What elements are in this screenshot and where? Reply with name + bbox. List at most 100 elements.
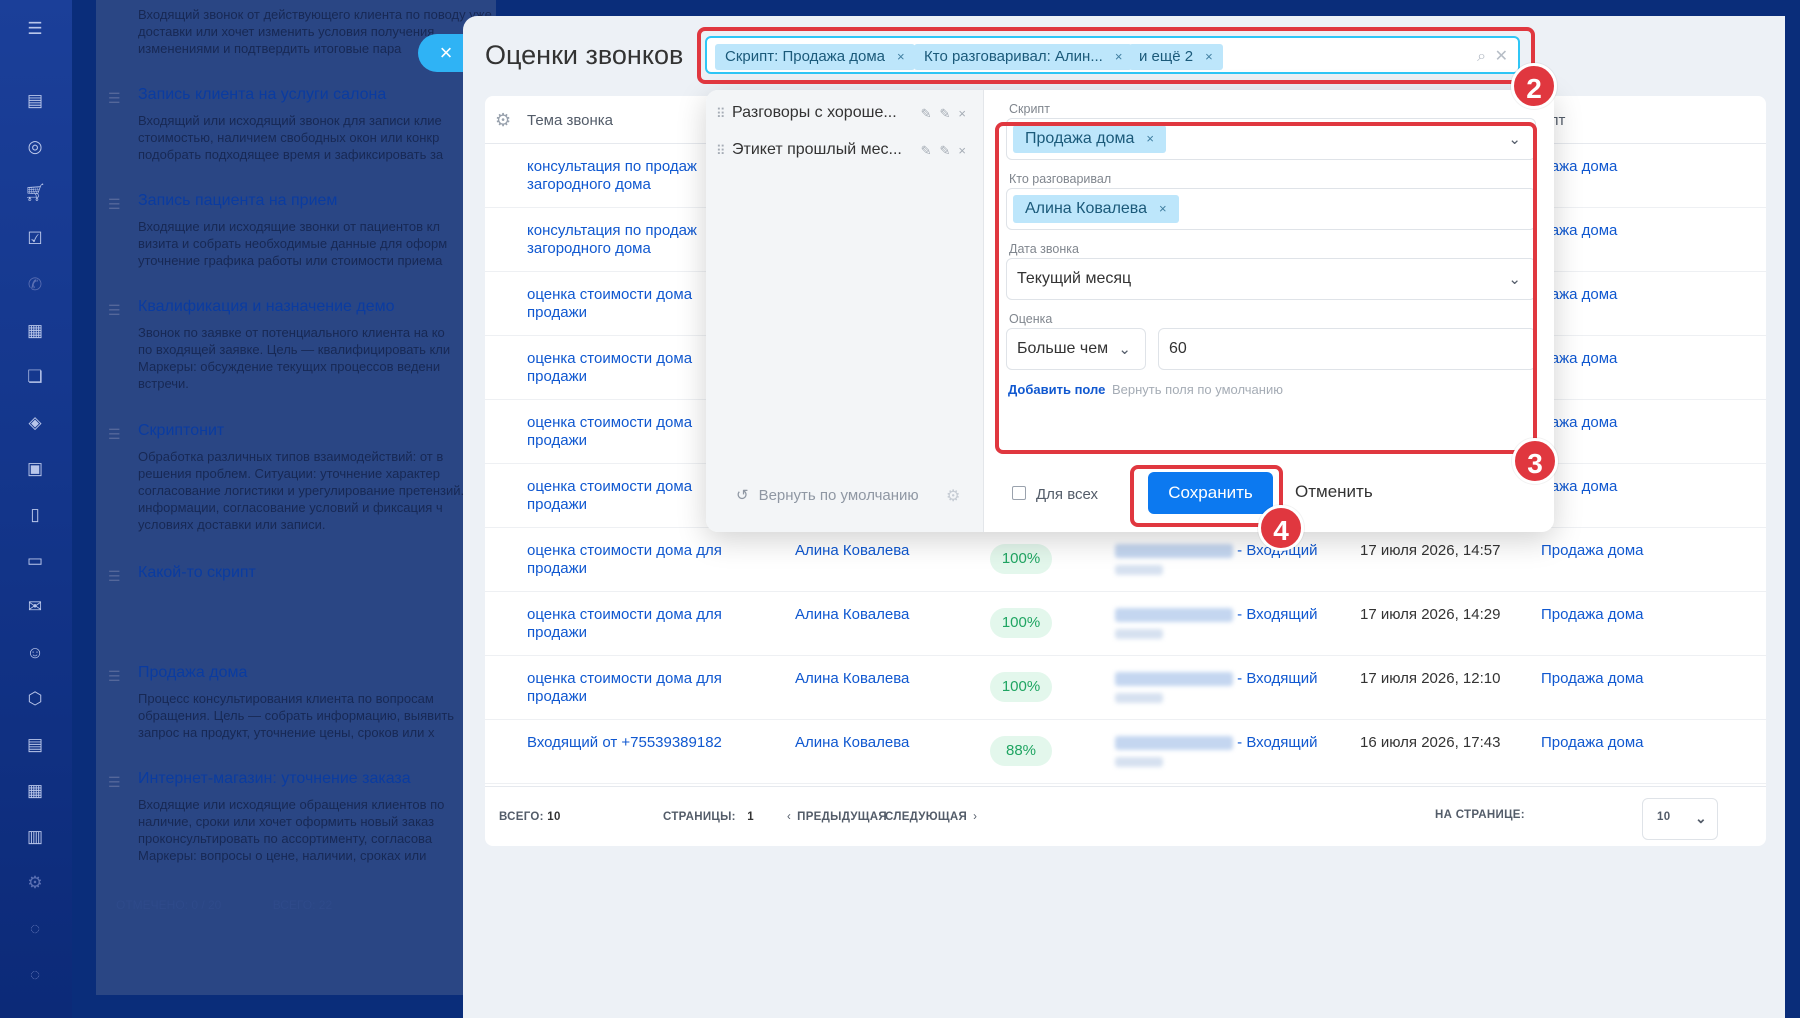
chat-icon[interactable]: ❏ xyxy=(24,366,46,388)
menu-icon[interactable]: ☰ xyxy=(24,18,46,40)
table-row[interactable]: оценка стоимости дома для продажи Алина К… xyxy=(485,592,1766,656)
team-icon[interactable]: ☺ xyxy=(24,642,46,664)
score-badge: 100% xyxy=(990,544,1052,574)
booking-icon[interactable]: ▦ xyxy=(24,780,46,802)
preset-item[interactable]: ⠿ Этикет прошлый мес... ✎✎× xyxy=(716,137,978,167)
call-date: 17 июля 2026, 12:10 xyxy=(1360,670,1501,687)
selected-count: ОТМЕЧЕНО: 0 / 20 xyxy=(116,898,222,912)
call-topic-link[interactable]: оценка стоимости дома продажи xyxy=(527,414,732,450)
sites-icon[interactable]: ◈ xyxy=(24,412,46,434)
help-icon[interactable]: ◌ xyxy=(24,964,46,986)
drag-handle-icon[interactable]: ⠿ xyxy=(716,143,726,159)
sales-icon[interactable]: ▥ xyxy=(24,826,46,848)
table-row[interactable]: оценка стоимости дома для продажи Алина К… xyxy=(485,528,1766,592)
per-page-select[interactable]: 10 ⌄ xyxy=(1642,798,1718,840)
call-topic-link[interactable]: оценка стоимости дома продажи xyxy=(527,478,732,514)
left-icon-bar: ☰ ▤ ◎ 🛒︎ ☑ ✆ ▦ ❏ ◈ ▣ ▯ ▭ ✉ ☺ ⬡ ▤ ▦ ▥ ⚙ ◌… xyxy=(0,0,72,1018)
table-pagination: ВСЕГО: 10 СТРАНИЦЫ: 1 ‹ ПРЕДЫДУЩАЯ СЛЕДУЮ… xyxy=(485,786,1766,846)
robots-icon[interactable]: ⚙ xyxy=(24,872,46,894)
call-topic-link[interactable]: консультация по продаж загородного дома xyxy=(527,222,732,258)
drag-handle-icon[interactable]: ⠿ xyxy=(716,106,726,122)
per-page-label: НА СТРАНИЦЕ: xyxy=(1435,809,1525,821)
field-label-script: Скрипт xyxy=(1009,102,1050,116)
redacted-subtext xyxy=(1115,629,1163,639)
callout-highlight-filter-bar xyxy=(697,27,1535,84)
speaker-link[interactable]: Алина Ковалева xyxy=(795,606,909,623)
cancel-button[interactable]: Отменить xyxy=(1295,482,1373,502)
call-topic-link[interactable]: оценка стоимости дома для продажи xyxy=(527,606,732,642)
redacted-subtext xyxy=(1115,757,1163,767)
callout-badge-4: 4 xyxy=(1258,505,1304,551)
table-settings-icon[interactable]: ⚙ xyxy=(495,110,511,131)
cart-icon[interactable]: 🛒︎ xyxy=(24,182,46,204)
overlay-shade xyxy=(96,0,496,995)
call-topic-link[interactable]: Входящий от +75539389182 xyxy=(527,734,732,752)
speaker-link[interactable]: Алина Ковалева xyxy=(795,670,909,687)
phone-cell[interactable]: - Входящий xyxy=(1115,734,1318,767)
file-icon[interactable]: ▯ xyxy=(24,504,46,526)
call-topic-link[interactable]: оценка стоимости дома продажи xyxy=(527,350,732,386)
speaker-link[interactable]: Алина Ковалева xyxy=(795,542,909,559)
total-count: ВСЕГО: 22 xyxy=(272,898,333,912)
total-label: ВСЕГО: 10 xyxy=(499,811,561,823)
for-all-checkbox[interactable] xyxy=(1012,486,1026,500)
reports-icon[interactable]: ▤ xyxy=(24,734,46,756)
close-icon: × xyxy=(439,40,453,65)
pin-icon[interactable]: ✎ xyxy=(921,106,940,121)
target-icon[interactable]: ◎ xyxy=(24,136,46,158)
phone-cell[interactable]: - Входящий xyxy=(1115,670,1318,703)
edit-icon[interactable]: ✎ xyxy=(940,143,959,158)
callout-badge-3: 3 xyxy=(1512,438,1558,484)
reset-to-default-button[interactable]: ↺ Вернуть по умолчанию xyxy=(736,486,919,504)
callout-highlight-fields xyxy=(995,122,1537,454)
speaker-link[interactable]: Алина Ковалева xyxy=(795,734,909,751)
preset-item[interactable]: ⠿ Разговоры с хороше... ✎✎× xyxy=(716,100,978,130)
call-topic-link[interactable]: оценка стоимости дома для продажи xyxy=(527,542,732,578)
call-topic-link[interactable]: оценка стоимости дома для продажи xyxy=(527,670,732,706)
call-topic-link[interactable]: оценка стоимости дома продажи xyxy=(527,286,732,322)
call-date: 16 июля 2026, 17:43 xyxy=(1360,734,1501,751)
redacted-phone xyxy=(1115,672,1233,687)
settings-icon[interactable]: ⬡ xyxy=(24,688,46,710)
column-topic[interactable]: Тема звонка xyxy=(527,112,613,129)
background-footer: ОТМЕЧЕНО: 0 / 20 ВСЕГО: 22 xyxy=(116,898,332,912)
call-topic-link[interactable]: консультация по продаж загородного дома xyxy=(527,158,732,194)
table-row[interactable]: Входящий от +75539389182 Алина Ковалева 88… xyxy=(485,720,1766,784)
score-badge: 100% xyxy=(990,672,1052,702)
callout-badge-2: 2 xyxy=(1511,63,1557,109)
table-row[interactable]: оценка стоимости дома для продажи Алина К… xyxy=(485,656,1766,720)
document-icon[interactable]: ▦ xyxy=(24,320,46,342)
presets-settings-icon[interactable]: ⚙ xyxy=(946,486,960,506)
close-slider-button[interactable]: × xyxy=(418,34,466,72)
phone-cell[interactable]: - Входящий xyxy=(1115,606,1318,639)
script-link[interactable]: Продажа дома xyxy=(1541,670,1644,687)
tasks-icon[interactable]: ☑ xyxy=(24,228,46,250)
chevron-down-icon: ⌄ xyxy=(1694,810,1707,826)
redacted-phone xyxy=(1115,736,1233,751)
mail-icon[interactable]: ✉ xyxy=(24,596,46,618)
chevron-left-icon: ‹ xyxy=(787,811,792,823)
for-all-label: Для всех xyxy=(1036,486,1099,503)
score-badge: 88% xyxy=(990,736,1052,766)
card-icon[interactable]: ▭ xyxy=(24,550,46,572)
redacted-subtext xyxy=(1115,693,1163,703)
crm-icon[interactable]: ◌ xyxy=(24,918,46,940)
pin-icon[interactable]: ✎ xyxy=(921,143,940,158)
storage-icon[interactable]: ▤ xyxy=(24,90,46,112)
script-link[interactable]: Продажа дома xyxy=(1541,542,1644,559)
remove-preset-icon[interactable]: × xyxy=(958,143,974,158)
call-date: 17 июля 2026, 14:29 xyxy=(1360,606,1501,623)
calendar-icon[interactable]: ▣ xyxy=(24,458,46,480)
remove-preset-icon[interactable]: × xyxy=(958,106,974,121)
prev-page-button[interactable]: ‹ ПРЕДЫДУЩАЯ xyxy=(787,811,887,823)
next-page-button[interactable]: СЛЕДУЮЩАЯ › xyxy=(885,811,977,823)
filter-presets: ⠿ Разговоры с хороше... ✎✎× ⠿ Этикет про… xyxy=(706,90,984,532)
edit-icon[interactable]: ✎ xyxy=(940,106,959,121)
chevron-right-icon: › xyxy=(973,811,978,823)
score-badge: 100% xyxy=(990,608,1052,638)
script-link[interactable]: Продажа дома xyxy=(1541,606,1644,623)
contact-center-icon[interactable]: ✆ xyxy=(24,274,46,296)
script-link[interactable]: Продажа дома xyxy=(1541,734,1644,751)
redacted-phone xyxy=(1115,544,1233,559)
call-date: 17 июля 2026, 14:57 xyxy=(1360,542,1501,559)
